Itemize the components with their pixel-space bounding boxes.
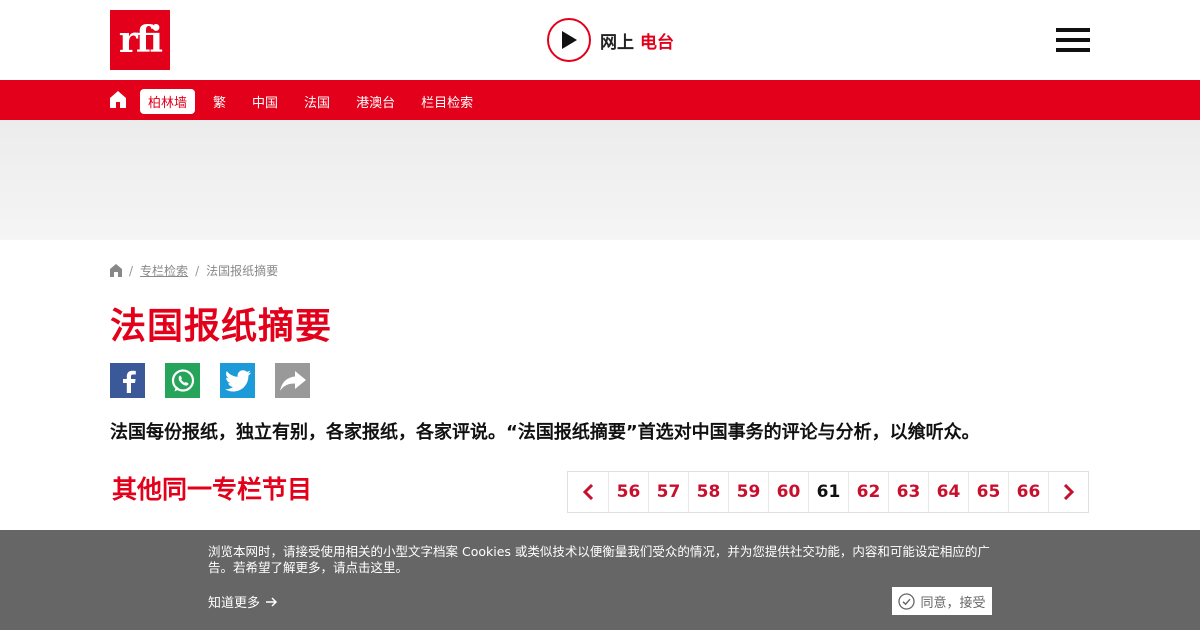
breadcrumb-current: 法国报纸摘要 [206, 264, 279, 278]
page-link[interactable]: 64 [928, 472, 968, 512]
breadcrumb-separator: / [129, 263, 134, 278]
page-link[interactable]: 59 [728, 472, 768, 512]
radio-label-part1: 网上 [600, 32, 634, 53]
page-link[interactable]: 58 [688, 472, 728, 512]
home-icon[interactable] [110, 91, 126, 108]
accept-cookies-button[interactable]: 同意，接受 [892, 587, 992, 615]
breadcrumb-separator: / [195, 263, 200, 278]
facebook-icon[interactable] [110, 363, 145, 398]
page-link[interactable]: 57 [648, 472, 688, 512]
page-current: 61 [808, 472, 848, 512]
cookie-banner: 浏览本网时，请接受使用相关的小型文字档案 Cookies 或类似技术以便衡量我们… [0, 530, 1200, 630]
breadcrumb-link[interactable]: 专栏检索 [140, 262, 188, 279]
chevron-left-icon[interactable] [568, 472, 608, 512]
arrow-right-icon [266, 596, 278, 607]
share-bar [110, 363, 330, 398]
page-link[interactable]: 56 [608, 472, 648, 512]
page-link[interactable]: 63 [888, 472, 928, 512]
main-nav: 柏林墙 繁 中国 法国 港澳台 栏目检索 [0, 80, 1200, 120]
cookie-notice-text: 浏览本网时，请接受使用相关的小型文字档案 Cookies 或类似技术以便衡量我们… [208, 544, 990, 575]
radio-label-part2: 电台 [640, 32, 674, 53]
nav-item-france[interactable]: 法国 [296, 89, 338, 114]
nav-items: 柏林墙 繁 中国 法国 港澳台 栏目检索 [140, 89, 491, 114]
page-link[interactable]: 60 [768, 472, 808, 512]
check-circle-icon [898, 592, 916, 610]
page-title: 法国报纸摘要 [110, 306, 333, 347]
play-icon[interactable] [547, 18, 591, 62]
page-link[interactable]: 66 [1008, 472, 1048, 512]
home-icon[interactable] [110, 264, 122, 277]
other-episodes-title: 其他同一专栏节目 [112, 475, 313, 504]
whatsapp-icon[interactable] [165, 363, 200, 398]
twitter-icon[interactable] [220, 363, 255, 398]
nav-item-program-search[interactable]: 栏目检索 [413, 89, 481, 114]
nav-item-traditional[interactable]: 繁 [205, 89, 234, 114]
accept-label: 同意，接受 [920, 595, 986, 611]
nav-item-berlin-wall[interactable]: 柏林墙 [140, 89, 196, 114]
menu-icon[interactable] [1056, 28, 1090, 52]
ad-placeholder [0, 120, 1200, 240]
program-description: 法国每份报纸，独立有别，各家报纸，各家评说。“法国报纸摘要”首选对中国事务的评论… [110, 422, 980, 443]
learn-more-label: 知道更多 [208, 596, 261, 611]
chevron-right-icon[interactable] [1048, 472, 1088, 512]
page-link[interactable]: 62 [848, 472, 888, 512]
page-link[interactable]: 65 [968, 472, 1008, 512]
radio-label: 网上 电台 [600, 28, 674, 53]
live-radio-button[interactable]: 网上 电台 [547, 18, 674, 62]
site-header: rfi 网上 电台 [0, 0, 1200, 80]
nav-item-china[interactable]: 中国 [244, 89, 286, 114]
pagination: 56 57 58 59 60 61 62 63 64 65 66 [567, 471, 1089, 513]
nav-item-hk-macau-taiwan[interactable]: 港澳台 [348, 89, 403, 114]
rfi-logo[interactable]: rfi [110, 10, 170, 70]
breadcrumb: / 专栏检索 / 法国报纸摘要 [110, 262, 278, 279]
logo-text: rfi [118, 19, 163, 61]
learn-more-link[interactable]: 知道更多 [208, 592, 278, 611]
share-icon[interactable] [275, 363, 310, 398]
